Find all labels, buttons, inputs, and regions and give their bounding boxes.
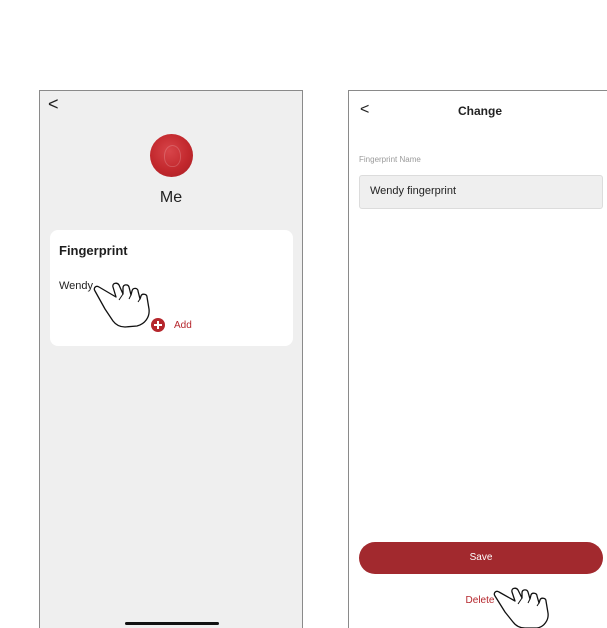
back-icon[interactable]: < — [48, 95, 59, 113]
add-fingerprint-button[interactable]: Add — [151, 318, 192, 332]
hand-pointer-icon — [93, 282, 150, 328]
avatar-face-icon — [164, 145, 181, 167]
hand-pointer-icon — [493, 587, 549, 628]
fingerprint-name-input[interactable]: Wendy fingerprint — [359, 175, 603, 209]
add-label: Add — [174, 319, 192, 331]
profile-name: Me — [159, 189, 183, 206]
avatar[interactable] — [150, 134, 193, 177]
fingerprint-card-title: Fingerprint — [59, 243, 128, 258]
page-title: Change — [457, 104, 502, 118]
delete-button[interactable]: Delete — [349, 595, 607, 606]
save-button[interactable]: Save — [359, 542, 603, 574]
me-screen: < Me Fingerprint Wendy Add — [39, 90, 303, 628]
fingerprint-card: Fingerprint Wendy Add — [50, 230, 293, 346]
fingerprint-item-wendy[interactable]: Wendy — [59, 280, 93, 292]
fingerprint-name-label: Fingerprint Name — [359, 155, 421, 164]
home-indicator — [125, 622, 219, 625]
change-fingerprint-screen: < Change Fingerprint Name Wendy fingerpr… — [348, 90, 607, 628]
